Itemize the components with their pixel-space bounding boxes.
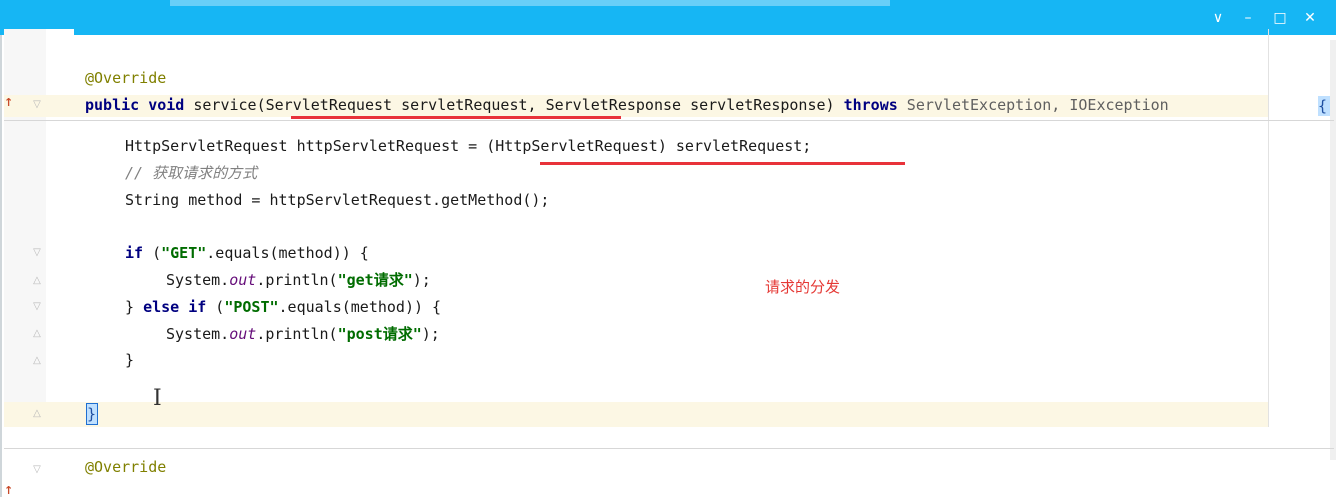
editor-scrollbar[interactable]: [1330, 40, 1336, 460]
method-signature-line[interactable]: public void service(ServletRequest servl…: [85, 95, 1169, 115]
method-close-brace[interactable]: }: [87, 404, 96, 424]
fold-open-icon[interactable]: ▽: [32, 99, 42, 111]
string-get-request: "get请求": [337, 271, 413, 289]
fold-close-icon[interactable]: △: [32, 355, 42, 367]
caret-line-highlight: [4, 402, 1268, 427]
fold-open-icon[interactable]: ▽: [32, 464, 42, 476]
red-underline: [291, 116, 621, 119]
gutter-spacer: [46, 29, 74, 427]
annotation-note: 请求的分发: [765, 278, 841, 296]
println-close-2: );: [421, 325, 440, 343]
red-underline: [540, 162, 905, 165]
fold-mark-icon[interactable]: △: [32, 328, 42, 340]
if-close-brace[interactable]: }: [125, 350, 134, 370]
if-open: (: [143, 244, 162, 262]
println-open-2: .println(: [256, 325, 338, 343]
fold-open-icon[interactable]: ▽: [32, 301, 42, 313]
comment-line[interactable]: // 获取请求的方式: [125, 163, 257, 183]
fold-close-icon[interactable]: △: [32, 408, 42, 420]
fold-open-icon[interactable]: ▽: [32, 247, 42, 259]
minimize-icon[interactable]: –: [1238, 8, 1258, 28]
field-out: out: [229, 271, 257, 289]
close-icon[interactable]: ✕: [1300, 8, 1320, 28]
method-signature: service(ServletRequest servletRequest, S…: [184, 96, 844, 114]
window-titlebar: ∨ – □ ✕: [0, 0, 1336, 35]
keyword-if: if: [125, 244, 144, 262]
close-brace-else: }: [125, 298, 144, 316]
if-rest: .equals(method)) {: [206, 244, 369, 262]
field-out-2: out: [229, 325, 257, 343]
override-annotation-2: @Override: [85, 458, 167, 476]
cast-line[interactable]: HttpServletRequest httpServletRequest = …: [125, 136, 811, 156]
else-if-post-line[interactable]: } else if ("POST".equals(method)) {: [125, 297, 441, 317]
sysout-prefix: System.: [166, 271, 230, 289]
keyword-public: public: [85, 96, 140, 114]
line-gutter: [4, 29, 47, 427]
editor-topbar: [2, 35, 1336, 61]
if-open-2: (: [206, 298, 225, 316]
keyword-throws: throws: [843, 96, 898, 114]
keyword-if-2: if: [188, 298, 207, 316]
i-beam-cursor-icon: I: [153, 386, 162, 411]
maximize-icon[interactable]: □: [1270, 8, 1290, 28]
string-post: "POST": [224, 298, 279, 316]
method-separator: [4, 448, 1334, 449]
get-method-line[interactable]: String method = httpServletRequest.getMe…: [125, 190, 549, 210]
override-annotation: @Override: [85, 69, 167, 87]
keyword-void: void: [148, 96, 185, 114]
string-get: "GET": [161, 244, 207, 262]
right-margin-guide: [1268, 29, 1269, 427]
brace-match-highlight: {: [1318, 96, 1330, 116]
println-get-line[interactable]: System.out.println("get请求");: [166, 270, 431, 290]
println-close: );: [412, 271, 431, 289]
if-get-line[interactable]: if ("GET".equals(method)) {: [125, 243, 369, 263]
if-rest-2: .equals(method)) {: [278, 298, 442, 316]
keyword-else: else: [143, 298, 180, 316]
override-marker-icon-2[interactable]: ↑: [4, 485, 14, 497]
sysout-prefix-2: System.: [166, 325, 230, 343]
throws-list: ServletException, IOException: [897, 96, 1169, 114]
println-post-line[interactable]: System.out.println("post请求");: [166, 324, 440, 344]
chevron-down-icon[interactable]: ∨: [1208, 8, 1228, 28]
string-post-request: "post请求": [337, 325, 422, 343]
println-open: .println(: [256, 271, 338, 289]
override-marker-icon[interactable]: ↑: [4, 97, 14, 109]
scroll-split-divider: [4, 120, 1334, 121]
titlebar-ghost-text: [170, 0, 890, 6]
fold-mark-icon[interactable]: △: [32, 275, 42, 287]
